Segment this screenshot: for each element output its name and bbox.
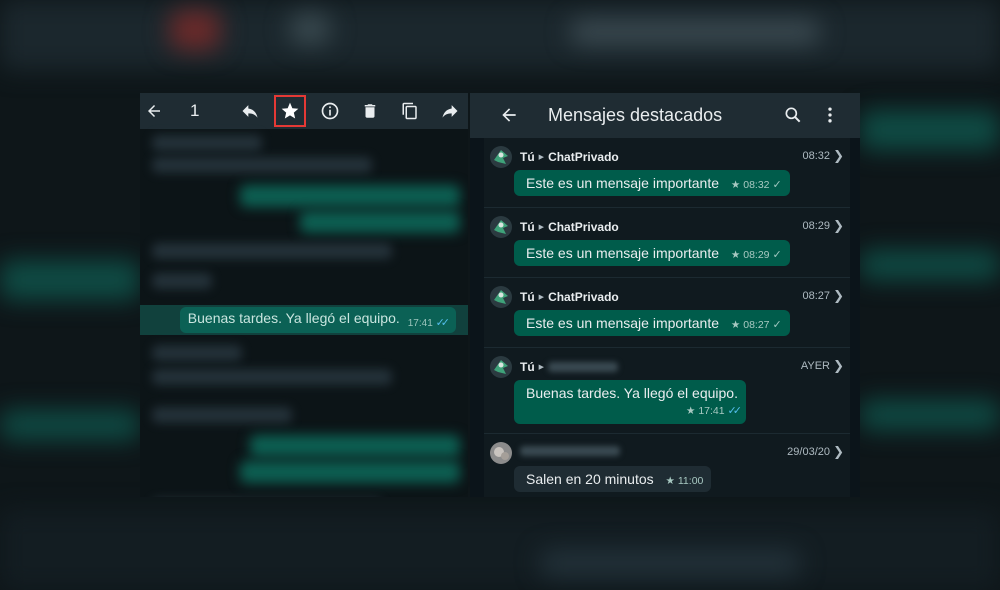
copy-icon[interactable] <box>398 99 422 123</box>
back-arrow-icon[interactable] <box>498 104 520 126</box>
message-meta: ★ 17:41 ✓✓ <box>685 405 743 417</box>
search-icon[interactable] <box>782 104 804 126</box>
forward-icon[interactable] <box>438 99 462 123</box>
chevron-right-icon: ❯ <box>833 148 844 163</box>
arrow-right-icon: ▶ <box>538 154 545 161</box>
starred-header: Mensajes destacados <box>470 93 860 138</box>
blurred-chat-name <box>548 362 619 372</box>
blurred-message <box>152 243 392 259</box>
blurred-message <box>240 461 460 483</box>
blurred-message <box>152 273 212 289</box>
message-bubble[interactable]: Este es un mensaje importante ★ 08:29 ✓ <box>514 240 790 266</box>
chevron-right-icon: ❯ <box>833 218 844 233</box>
starred-message-list: Tú ▶ ChatPrivado 08:32 ❯ Este es un mens… <box>484 138 850 497</box>
message-sender: Tú ▶ ChatPrivado <box>520 290 619 304</box>
message-meta: ★ 08:27 ✓ <box>730 319 782 331</box>
avatar <box>490 146 512 168</box>
message-text: Salen en 20 minutos <box>526 471 654 487</box>
message-sender: Tú ▶ ChatPrivado <box>520 150 619 164</box>
chat-panel: 1 Buenas tardes. Ya llegó el equipo. 17:… <box>140 93 468 497</box>
chevron-right-icon: ❯ <box>833 358 844 373</box>
avatar <box>490 442 512 464</box>
check-icon: ✓ <box>772 249 782 261</box>
star-icon: ★ <box>730 179 741 191</box>
message-sender: Tú ▶ ChatPrivado <box>520 220 619 234</box>
message-bubble[interactable]: Buenas tardes. Ya llegó el equipo. ★ 17:… <box>514 380 746 424</box>
selected-message-row[interactable]: Buenas tardes. Ya llegó el equipo. 17:41… <box>140 305 468 335</box>
arrow-right-icon: ▶ <box>538 224 545 231</box>
star-icon: ★ <box>730 249 741 261</box>
blurred-message <box>240 185 460 207</box>
check-icon: ✓ <box>772 179 782 191</box>
blurred-message <box>152 345 242 361</box>
message-date: 08:29 <box>802 220 830 232</box>
message-bubble[interactable]: Este es un mensaje importante ★ 08:27 ✓ <box>514 310 790 336</box>
back-arrow-icon[interactable] <box>142 99 166 123</box>
avatar <box>490 356 512 378</box>
message-meta: ★ 11:00 <box>665 475 704 487</box>
message-date: 08:27 <box>802 290 830 302</box>
delete-icon[interactable] <box>358 99 382 123</box>
message-meta: ★ 08:32 ✓ <box>730 179 782 191</box>
chevron-right-icon: ❯ <box>833 444 844 459</box>
message-bubble[interactable]: Salen en 20 minutos ★ 11:00 <box>514 466 712 492</box>
message-sender <box>520 446 620 456</box>
message-time: 17:41 ✓✓ <box>407 317 451 329</box>
avatar <box>490 216 512 238</box>
message-text: Este es un mensaje importante <box>526 315 719 331</box>
arrow-right-icon: ▶ <box>538 294 545 301</box>
selected-count: 1 <box>190 101 200 120</box>
list-item[interactable]: Tú ▶ ChatPrivado 08:27 ❯ Este es un mens… <box>484 278 850 348</box>
message-meta: ★ 08:29 ✓ <box>730 249 782 261</box>
blurred-message <box>250 435 460 457</box>
list-item[interactable]: Tú ▶ AYER ❯ Buenas tardes. Ya llegó el e… <box>484 348 850 434</box>
blurred-contact-name <box>520 446 620 456</box>
blurred-message <box>152 369 392 385</box>
star-icon[interactable] <box>278 99 302 123</box>
blurred-message <box>152 407 292 423</box>
message-text: Buenas tardes. Ya llegó el equipo. <box>187 310 400 326</box>
message-date: 29/03/20 <box>787 446 830 458</box>
blurred-message <box>152 157 372 173</box>
arrow-right-icon: ▶ <box>538 364 545 371</box>
info-icon[interactable] <box>318 99 342 123</box>
check-icon: ✓ <box>772 319 782 331</box>
list-item[interactable]: Tú ▶ ChatPrivado 08:32 ❯ Este es un mens… <box>484 138 850 208</box>
message-text: Buenas tardes. Ya llegó el equipo. <box>526 385 738 401</box>
message-text: Este es un mensaje importante <box>526 175 719 191</box>
message-date: 08:32 <box>802 150 830 162</box>
chevron-right-icon: ❯ <box>833 288 844 303</box>
blurred-message <box>152 135 262 151</box>
more-options-icon[interactable] <box>819 104 841 126</box>
star-icon: ★ <box>665 475 675 487</box>
reply-icon[interactable] <box>238 99 262 123</box>
double-check-icon: ✓✓ <box>727 405 743 417</box>
star-icon: ★ <box>730 319 741 331</box>
list-item[interactable]: 29/03/20 ❯ Salen en 20 minutos ★ 11:00 <box>484 434 850 497</box>
avatar <box>490 286 512 308</box>
starred-messages-panel: Mensajes destacados Tú ▶ ChatPrivado 08:… <box>470 93 860 497</box>
double-check-icon: ✓✓ <box>435 317 451 329</box>
chat-messages-area: Buenas tardes. Ya llegó el equipo. 17:41… <box>140 129 468 497</box>
message-date: AYER <box>800 360 830 372</box>
page-title: Mensajes destacados <box>548 105 723 125</box>
list-item[interactable]: Tú ▶ ChatPrivado 08:29 ❯ Este es un mens… <box>484 208 850 278</box>
message-sender: Tú ▶ <box>520 360 619 374</box>
blurred-message <box>300 211 460 233</box>
message-text: Este es un mensaje importante <box>526 245 719 261</box>
message-bubble[interactable]: Este es un mensaje importante ★ 08:32 ✓ <box>514 170 790 196</box>
selection-toolbar: 1 <box>140 93 468 129</box>
star-icon: ★ <box>685 405 696 417</box>
selected-message-bubble[interactable]: Buenas tardes. Ya llegó el equipo. 17:41… <box>179 307 456 333</box>
